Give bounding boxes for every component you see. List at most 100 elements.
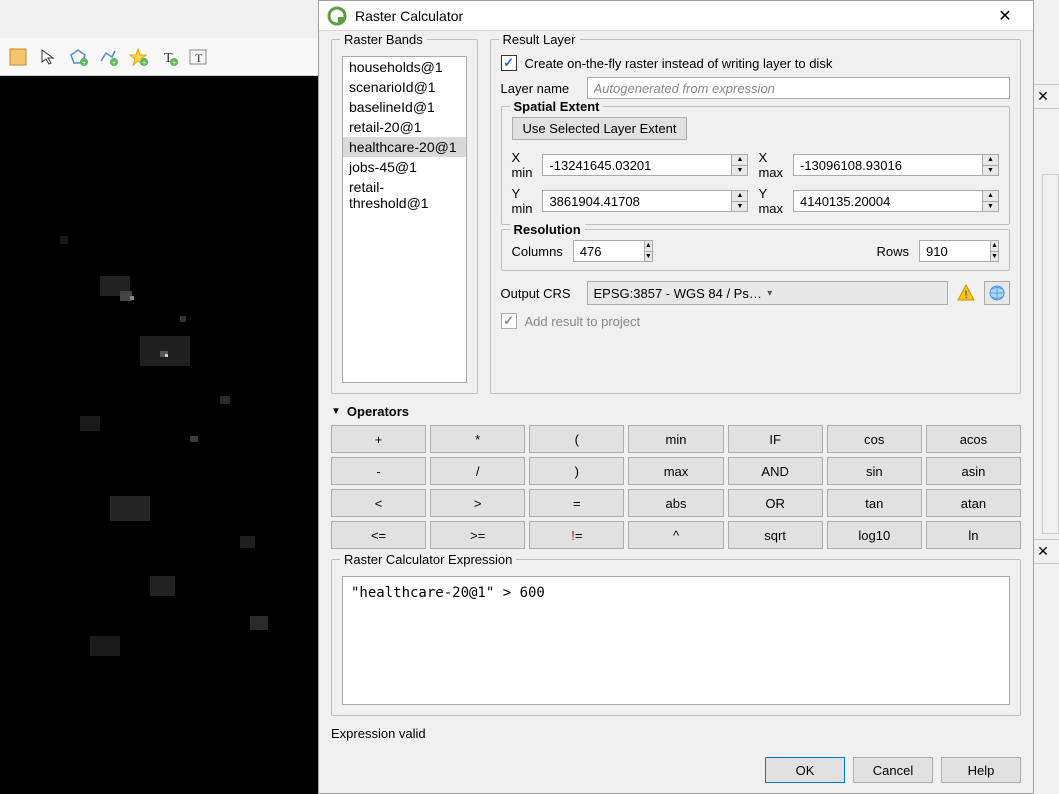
ymin-label: Y min (512, 186, 533, 216)
operator-button[interactable]: - (331, 457, 426, 485)
operator-button[interactable]: ( (529, 425, 624, 453)
dialog-title: Raster Calculator (355, 8, 985, 24)
svg-text:T: T (195, 51, 203, 65)
operator-button[interactable]: sqrt (728, 521, 823, 549)
operator-button[interactable]: > (430, 489, 525, 517)
band-item[interactable]: retail-threshold@1 (343, 177, 466, 213)
output-crs-label: Output CRS (501, 286, 579, 301)
xmax-input[interactable]: ▲▼ (793, 154, 999, 176)
operator-button[interactable]: ^ (628, 521, 723, 549)
spin-up-icon[interactable]: ▲ (645, 241, 652, 252)
expression-input[interactable] (342, 576, 1010, 705)
svg-text:+: + (172, 60, 176, 67)
band-item[interactable]: jobs-45@1 (343, 157, 466, 177)
spin-up-icon[interactable]: ▲ (983, 191, 998, 202)
create-on-fly-checkbox[interactable] (501, 55, 517, 71)
output-crs-value: EPSG:3857 - WGS 84 / Pseudo-Mer (594, 286, 768, 301)
operator-button[interactable]: <= (331, 521, 426, 549)
operator-button[interactable]: != (529, 521, 624, 549)
use-selected-extent-button[interactable]: Use Selected Layer Extent (512, 117, 688, 140)
layer-name-input[interactable] (587, 77, 1010, 99)
expression-group: Raster Calculator Expression (331, 559, 1021, 716)
band-item[interactable]: scenarioId@1 (343, 77, 466, 97)
operator-button[interactable]: + (331, 425, 426, 453)
ymax-label: Y max (758, 186, 783, 216)
map-canvas[interactable] (0, 76, 318, 794)
spin-down-icon[interactable]: ▼ (991, 252, 998, 262)
ymin-input[interactable]: ▲▼ (542, 190, 748, 212)
operator-button[interactable]: ) (529, 457, 624, 485)
rows-label: Rows (876, 244, 909, 259)
operators-legend: Operators (347, 404, 409, 419)
add-result-label: Add result to project (525, 314, 641, 329)
operator-button[interactable]: abs (628, 489, 723, 517)
operator-button[interactable]: min (628, 425, 723, 453)
operator-button[interactable]: acos (926, 425, 1021, 453)
crs-picker-button[interactable] (984, 281, 1010, 305)
resolution-group: Resolution Columns ▲▼ Rows ▲▼ (501, 229, 1010, 271)
columns-input[interactable]: ▲▼ (573, 240, 653, 262)
select-tool-icon[interactable] (34, 43, 62, 71)
warning-icon: ! (956, 283, 976, 303)
ymax-input[interactable]: ▲▼ (793, 190, 999, 212)
operator-button[interactable]: AND (728, 457, 823, 485)
spin-down-icon[interactable]: ▼ (983, 166, 998, 176)
svg-text:+: + (112, 60, 116, 67)
operator-button[interactable]: max (628, 457, 723, 485)
operator-button[interactable]: < (331, 489, 426, 517)
spin-up-icon[interactable]: ▲ (991, 241, 998, 252)
text-box-tool-icon[interactable]: T (184, 43, 212, 71)
columns-label: Columns (512, 244, 563, 259)
layer-name-label: Layer name (501, 81, 579, 96)
spin-down-icon[interactable]: ▼ (983, 202, 998, 212)
operator-button[interactable]: IF (728, 425, 823, 453)
operator-button[interactable]: asin (926, 457, 1021, 485)
ok-button[interactable]: OK (765, 757, 845, 783)
help-button[interactable]: Help (941, 757, 1021, 783)
operator-button[interactable]: tan (827, 489, 922, 517)
spin-up-icon[interactable]: ▲ (983, 155, 998, 166)
operator-button[interactable]: OR (728, 489, 823, 517)
operator-button[interactable]: >= (430, 521, 525, 549)
xmin-input[interactable]: ▲▼ (542, 154, 748, 176)
operator-button[interactable]: cos (827, 425, 922, 453)
polygon-tool-icon[interactable]: + (64, 43, 92, 71)
expression-legend: Raster Calculator Expression (340, 552, 516, 567)
band-item[interactable]: retail-20@1 (343, 117, 466, 137)
spin-up-icon[interactable]: ▲ (732, 155, 747, 166)
raster-bands-list[interactable]: households@1scenarioId@1baselineId@1reta… (342, 56, 467, 383)
svg-text:+: + (142, 60, 146, 67)
raster-bands-group: Raster Bands households@1scenarioId@1bas… (331, 39, 478, 394)
operator-button[interactable]: log10 (827, 521, 922, 549)
output-crs-combo[interactable]: EPSG:3857 - WGS 84 / Pseudo-Mer ▾ (587, 281, 948, 305)
tool-gradient-icon[interactable] (4, 43, 32, 71)
add-result-checkbox (501, 313, 517, 329)
band-item[interactable]: healthcare-20@1 (343, 137, 466, 157)
text-tool-icon[interactable]: T+ (154, 43, 182, 71)
operators-grid: +*(minIFcosacos-/)maxANDsinasin<>=absORt… (331, 425, 1021, 549)
band-item[interactable]: baselineId@1 (343, 97, 466, 117)
operators-toggle[interactable]: ▼ Operators (331, 404, 1021, 419)
spin-down-icon[interactable]: ▼ (645, 252, 652, 262)
expression-status: Expression valid (331, 726, 1021, 741)
rows-input[interactable]: ▲▼ (919, 240, 999, 262)
dialog-button-row: OK Cancel Help (319, 749, 1033, 793)
line-tool-icon[interactable]: + (94, 43, 122, 71)
operator-button[interactable]: atan (926, 489, 1021, 517)
operator-button[interactable]: = (529, 489, 624, 517)
operator-button[interactable]: / (430, 457, 525, 485)
operator-button[interactable]: sin (827, 457, 922, 485)
operator-button[interactable]: ln (926, 521, 1021, 549)
star-tool-icon[interactable]: + (124, 43, 152, 71)
panel-scrollbar[interactable] (1042, 174, 1059, 534)
spin-up-icon[interactable]: ▲ (732, 191, 747, 202)
collapse-triangle-icon: ▼ (331, 406, 341, 417)
operator-button[interactable]: * (430, 425, 525, 453)
raster-bands-legend: Raster Bands (340, 32, 427, 47)
spin-down-icon[interactable]: ▼ (732, 202, 747, 212)
globe-icon (988, 284, 1006, 302)
cancel-button[interactable]: Cancel (853, 757, 933, 783)
band-item[interactable]: households@1 (343, 57, 466, 77)
close-button[interactable]: ✕ (985, 2, 1025, 30)
spin-down-icon[interactable]: ▼ (732, 166, 747, 176)
